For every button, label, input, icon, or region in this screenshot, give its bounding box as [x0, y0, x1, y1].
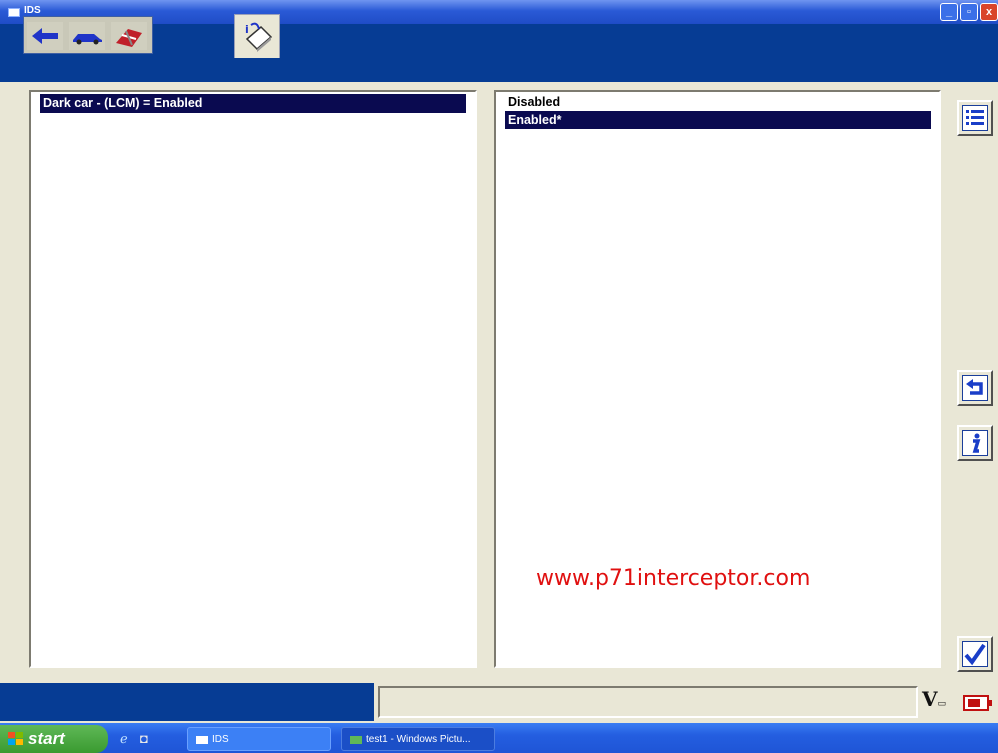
voltage-symbol: V	[922, 687, 938, 711]
taskbar	[0, 723, 998, 753]
list-icon	[962, 105, 988, 131]
windows-flag-icon	[8, 732, 23, 745]
taskbar-item-label: IDS	[212, 734, 229, 745]
option-enabled[interactable]: Enabled*	[505, 111, 931, 129]
app-icon	[8, 8, 20, 17]
info-icon	[962, 430, 988, 456]
status-bar-left	[0, 683, 374, 721]
list-button[interactable]	[957, 100, 993, 136]
option-disabled[interactable]: Disabled	[505, 94, 931, 110]
parameter-item-dark-car[interactable]: Dark car - (LCM) = Enabled	[40, 94, 466, 113]
confirm-button[interactable]	[957, 636, 993, 672]
back-button[interactable]	[957, 370, 993, 406]
config-book-icon: i	[245, 22, 273, 52]
vehicle-icon[interactable]	[68, 21, 106, 51]
taskbar-item-picture-viewer[interactable]: test1 - Windows Pictu...	[341, 727, 495, 751]
parameter-list[interactable]: Dark car - (LCM) = Enabled	[29, 90, 477, 668]
info-button[interactable]	[957, 425, 993, 461]
status-field	[378, 686, 918, 718]
checkmark-icon	[962, 641, 988, 667]
close-button[interactable]: x	[980, 3, 998, 21]
internet-explorer-icon[interactable]: ℯ	[120, 731, 128, 747]
taskbar-item-label: test1 - Windows Pictu...	[366, 734, 471, 745]
show-desktop-icon[interactable]: ◘	[140, 731, 148, 746]
toolbar-tab-group	[23, 16, 153, 54]
voltage-icon[interactable]: V▭	[922, 687, 958, 719]
watermark-text: www.p71interceptor.com	[536, 566, 811, 591]
battery-icon[interactable]	[963, 694, 993, 712]
taskbar-item-ids[interactable]: IDS	[187, 727, 331, 751]
tab-configuration[interactable]: i	[234, 14, 280, 58]
back-arrow-icon	[962, 375, 988, 401]
toolbox-icon[interactable]	[110, 21, 148, 51]
connect-arrow-icon[interactable]	[26, 21, 64, 51]
maximize-button[interactable]: ▫	[960, 3, 978, 21]
minimize-button[interactable]: _	[940, 3, 958, 21]
image-icon	[350, 736, 362, 744]
svg-text:i: i	[245, 23, 249, 36]
app-icon	[196, 736, 208, 744]
window-title: IDS	[24, 5, 41, 16]
